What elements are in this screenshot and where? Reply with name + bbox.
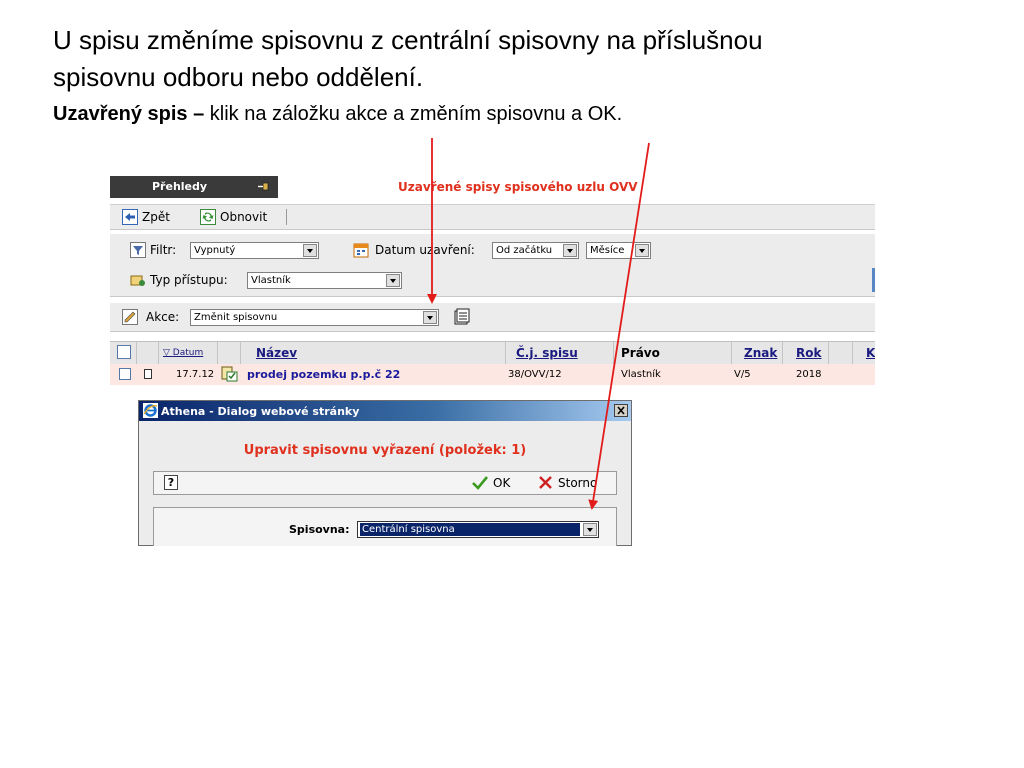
cancel-label: Storno <box>558 475 598 490</box>
internet-explorer-icon <box>143 403 158 418</box>
action-bar: Akce: Změnit spisovnu <box>110 303 875 332</box>
refresh-label: Obnovit <box>220 210 268 224</box>
chevron-down-icon[interactable] <box>563 244 577 257</box>
action-value: Změnit spisovnu <box>194 312 278 323</box>
action-label: Akce: <box>146 310 180 324</box>
subline-text: klik na záložku akce a změním spisovnu a… <box>204 103 623 125</box>
subline-bold: Uzavřený spis – <box>53 103 205 125</box>
dialog-titlebar[interactable]: Athena - Dialog webové stránky <box>139 401 631 421</box>
dialog-title: Athena - Dialog webové stránky <box>161 405 360 418</box>
slide-subline: Uzavřený spis – klik na záložku akce a z… <box>53 100 993 128</box>
view-title: Uzavřené spisy spisového uzlu OVV <box>398 180 638 194</box>
dialog-heading: Upravit spisovnu vyřazení (položek: 1) <box>243 443 527 458</box>
access-type-value: Vlastník <box>251 275 291 286</box>
column-header-cj[interactable]: Č.j. spisu <box>516 346 578 360</box>
close-icon[interactable] <box>614 404 628 417</box>
date-unit-value: Měsíce <box>590 245 625 256</box>
select-all-checkbox[interactable] <box>117 345 131 359</box>
slide-text: U spisu změníme spisovnu z centrální spi… <box>53 22 993 128</box>
column-header-nazev[interactable]: Název <box>256 346 297 360</box>
filter-icon <box>130 242 146 258</box>
change-archive-dialog: Athena - Dialog webové stránky Upravit s… <box>138 400 632 546</box>
column-header-datum-label: Datum <box>172 348 204 358</box>
row-rok: 2018 <box>796 369 822 380</box>
filter-label: Filtr: <box>150 243 177 257</box>
panel-scroll-indicator <box>872 268 875 292</box>
filter-value: Vypnutý <box>194 245 236 256</box>
closed-file-icon <box>221 366 238 382</box>
refresh-button[interactable]: Obnovit <box>200 209 267 225</box>
slide-heading: U spisu změníme spisovnu z centrální spi… <box>53 22 993 96</box>
row-cj: 38/OVV/12 <box>508 369 562 380</box>
spisovna-label: Spisovna: <box>289 523 350 536</box>
app-screenshot: Přehledy Uzavřené spisy spisového uzlu O… <box>110 176 875 546</box>
spisovna-select[interactable]: Centrální spisovna <box>357 521 599 538</box>
chevron-down-icon[interactable] <box>386 274 400 287</box>
row-pravo: Vlastník <box>621 369 661 380</box>
heading-line-2: spisovnu odboru nebo oddělení. <box>53 62 424 92</box>
calendar-icon <box>353 243 369 258</box>
heading-line-1: U spisu změníme spisovnu z centrální spi… <box>53 25 763 55</box>
row-datum: 17.7.12 <box>176 369 215 380</box>
pin-icon[interactable] <box>258 181 270 192</box>
column-header-pravo: Právo <box>621 346 660 360</box>
date-unit-select[interactable]: Měsíce <box>586 242 651 259</box>
toolbar-divider <box>286 209 287 225</box>
filter-panel: Filtr: Vypnutý Datum uzavření: Od začátk… <box>110 234 875 297</box>
column-header-rok[interactable]: Rok <box>796 346 821 360</box>
date-closed-label: Datum uzavření: <box>375 243 475 257</box>
back-button[interactable]: Zpět <box>122 209 170 225</box>
execute-action-icon[interactable] <box>453 308 471 326</box>
spisovna-value: Centrální spisovna <box>360 523 580 536</box>
action-icon <box>122 309 138 325</box>
row-checkbox[interactable] <box>119 368 131 380</box>
column-header-znak[interactable]: Znak <box>744 346 777 360</box>
chevron-down-icon[interactable] <box>303 244 317 257</box>
app-titlebar: Přehledy Uzavřené spisy spisového uzlu O… <box>110 176 875 198</box>
tab-prehledy-label: Přehledy <box>152 180 208 193</box>
access-type-label: Typ přístupu: <box>150 273 228 287</box>
checkmark-icon <box>472 476 488 490</box>
refresh-icon <box>200 209 216 225</box>
document-icon <box>144 369 152 379</box>
back-arrow-icon <box>122 209 138 225</box>
row-nazev[interactable]: prodej pozemku p.p.č 22 <box>247 368 400 381</box>
help-icon[interactable]: ? <box>164 475 178 490</box>
column-header-datum[interactable]: ▽ Datum <box>163 348 203 358</box>
date-from-value: Od začátku <box>496 245 553 256</box>
tab-prehledy[interactable]: Přehledy <box>110 176 278 198</box>
ok-label: OK <box>493 475 511 490</box>
chevron-down-icon[interactable] <box>635 244 649 257</box>
access-type-select[interactable]: Vlastník <box>247 272 402 289</box>
row-znak: V/5 <box>734 369 751 380</box>
dialog-form-panel: Spisovna: Centrální spisovna <box>153 507 617 546</box>
table-header: ▽ Datum Název Č.j. spisu Právo Znak Rok … <box>110 341 875 365</box>
filter-select[interactable]: Vypnutý <box>190 242 319 259</box>
cancel-x-icon <box>539 476 552 489</box>
action-select[interactable]: Změnit spisovnu <box>190 309 439 326</box>
access-type-icon <box>130 275 145 286</box>
chevron-down-icon[interactable] <box>423 311 437 324</box>
cancel-button[interactable]: Storno <box>538 475 597 490</box>
date-from-select[interactable]: Od začátku <box>492 242 579 259</box>
chevron-down-icon[interactable] <box>583 523 597 536</box>
table-row[interactable]: 17.7.12 prodej pozemku p.p.č 22 38/OVV/1… <box>110 364 875 385</box>
ok-button[interactable]: OK <box>472 475 510 490</box>
back-label: Zpět <box>142 210 170 224</box>
column-header-k[interactable]: K <box>866 346 875 360</box>
dialog-toolbar: ? OK Storno <box>153 471 617 495</box>
main-toolbar: Zpět Obnovit <box>110 204 875 230</box>
